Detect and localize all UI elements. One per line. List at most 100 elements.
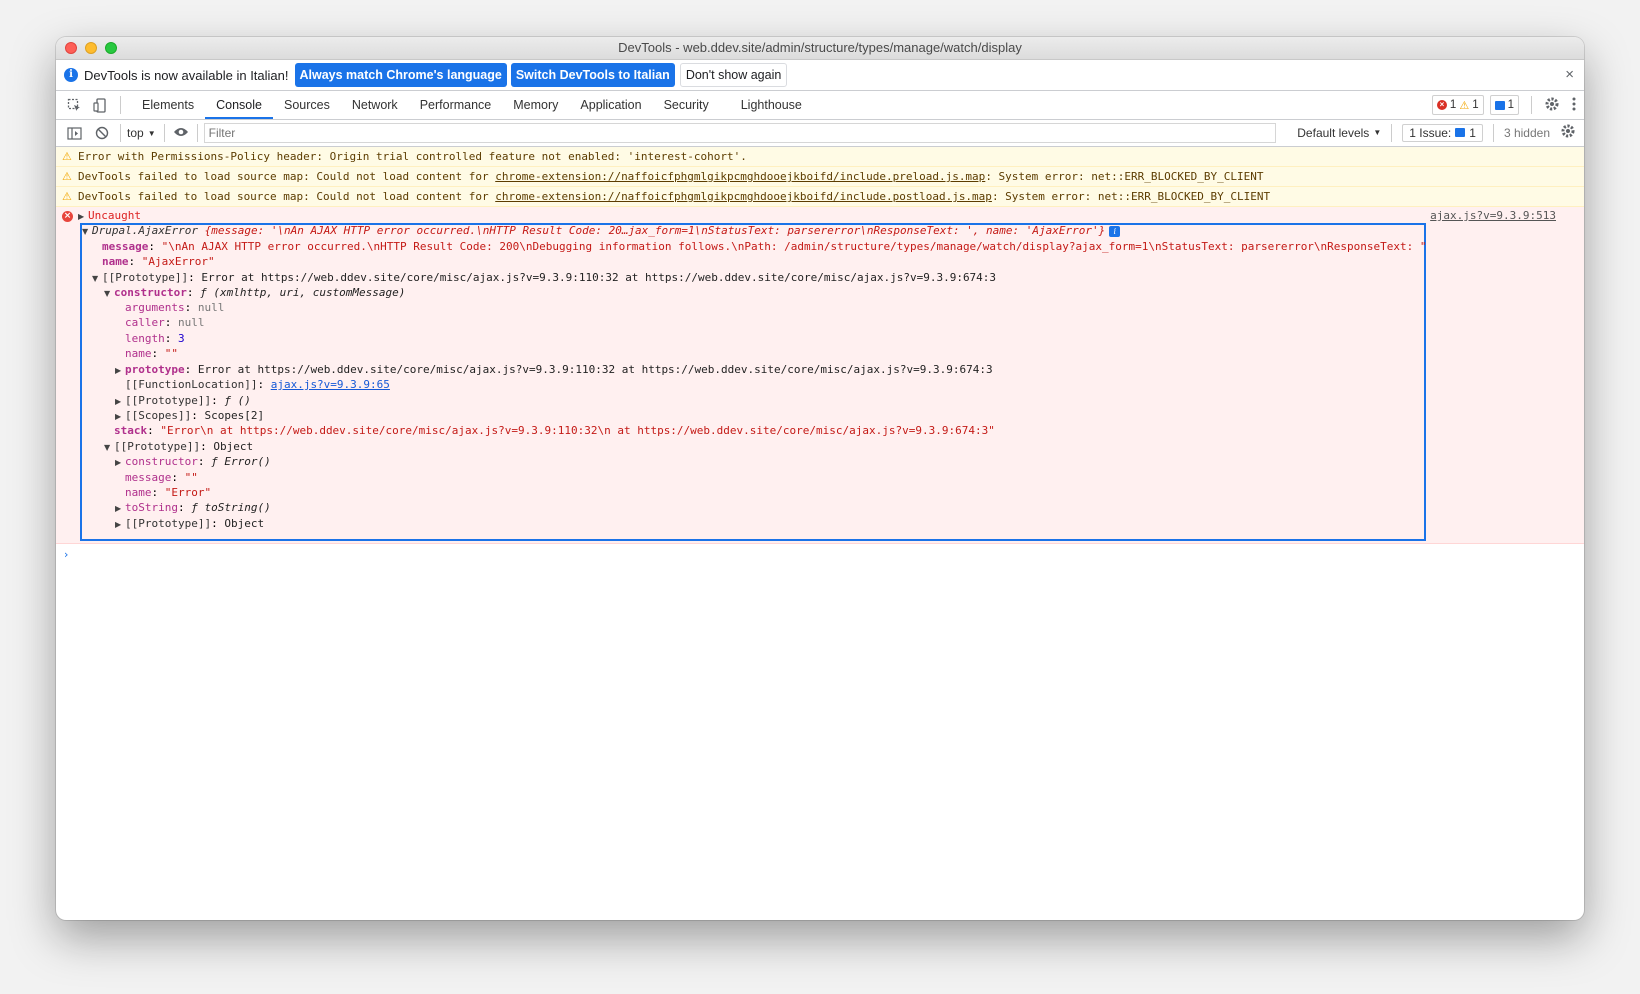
message-icon [1455,128,1466,137]
toolbar-divider [163,124,165,142]
tree-property: message: "\nAn AJAX HTTP error occurred.… [102,240,1427,253]
warning-text: DevTools failed to load source map: Coul… [78,170,496,183]
tab-security[interactable]: Security [653,91,720,119]
sidebar-toggle-icon[interactable] [66,125,82,141]
tree-property: stack: "Error\n at https://web.ddev.site… [114,424,995,437]
tree-property: name: "" [125,347,178,360]
error-icon: × [1436,100,1447,110]
tabbar-right-controls: × 1 ⚠ 1 1 [1431,95,1576,115]
switch-language-button[interactable]: Switch DevTools to Italian [510,63,675,87]
match-language-button[interactable]: Always match Chrome's language [294,63,507,87]
context-selector[interactable]: top ▼ [127,126,156,140]
expand-arrow-icon: ▶ [115,520,122,529]
warning-text: : System error: net::ERR_BLOCKED_BY_CLIE… [991,190,1271,203]
tab-sources[interactable]: Sources [273,91,341,119]
tab-console[interactable]: Console [205,91,273,119]
error-icon: × [62,211,73,222]
message-count: 1 [1507,99,1514,111]
issues-button[interactable]: 1 Issue: 1 [1402,123,1483,142]
chevron-down-icon: ▼ [1373,128,1382,137]
panel-tabbar: Elements Console Sources Network Perform… [56,91,1584,120]
tree-property[interactable]: ▶ toString: ƒ toString() [115,500,271,516]
expand-arrow-icon: ▶ [78,212,85,221]
context-value: top [127,126,144,140]
dont-show-again-button[interactable]: Don't show again [679,63,788,87]
tree-property: arguments: null [125,301,225,314]
collapse-arrow-icon: ▼ [92,274,99,283]
tree-property: length: 3 [125,332,185,345]
console-warning: ⚠ DevTools failed to load source map: Co… [56,167,1584,187]
log-levels-dropdown[interactable]: Default levels ▼ [1297,126,1381,140]
issues-count: 1 [1469,125,1476,140]
function-location-link[interactable]: ajax.js?v=9.3.9:65 [271,378,390,391]
close-window-button[interactable] [65,42,77,54]
zoom-window-button[interactable] [105,42,117,54]
info-badge-icon[interactable]: i [1109,226,1121,237]
toolbar-right-controls: Default levels ▼ 1 Issue: 1 3 hidden [1297,123,1576,142]
chevron-down-icon: ▼ [147,128,156,138]
tree-property[interactable]: ▶ [[Prototype]]: ƒ () [115,393,251,409]
tree-property: name: "Error" [125,486,212,499]
toolbar-divider [196,124,198,142]
tab-performance[interactable]: Performance [409,91,503,119]
tab-application[interactable]: Application [569,91,652,119]
warning-icon: ⚠ [62,190,72,203]
tab-network[interactable]: Network [341,91,409,119]
tree-property[interactable]: ▼ [[Prototype]]: Object [104,439,253,455]
messages-counter[interactable]: 1 [1489,95,1519,115]
window-title: DevTools - web.ddev.site/admin/structure… [618,40,1022,55]
console-settings-icon[interactable] [1560,123,1576,142]
console-warning: ⚠ DevTools failed to load source map: Co… [56,187,1584,207]
clear-console-icon[interactable] [94,125,110,141]
tab-lighthouse[interactable]: Lighthouse [730,91,813,119]
tree-property: name: "AjaxError" [102,255,215,268]
devtools-window: DevTools - web.ddev.site/admin/structure… [56,37,1584,920]
console-error: × ▶ Uncaught ajax.js?v=9.3.9:513 ▼ Drupal.… [56,207,1584,544]
tree-property: caller: null [125,316,205,329]
error-source-link[interactable]: ajax.js?v=9.3.9:513 [1430,209,1556,222]
collapse-arrow-icon: ▼ [104,289,111,298]
source-map-link[interactable]: chrome-extension://naffoicfphgmlgikpcmgh… [495,190,992,203]
tree-property[interactable]: ▼ constructor: ƒ (xmlhttp, uri, customMes… [104,285,405,301]
object-summary[interactable]: ▼ Drupal.AjaxError {message: '\nAn AJAX H… [82,223,1121,239]
kebab-menu-icon[interactable] [1572,97,1576,114]
tree-property[interactable]: ▶ [[Prototype]]: Object [115,516,264,532]
console-prompt-row[interactable]: › [56,544,1584,568]
tab-elements[interactable]: Elements [131,91,205,119]
settings-icon[interactable] [1544,96,1560,115]
warning-text: Error with Permissions-Policy header: Or… [78,150,747,163]
minimize-window-button[interactable] [85,42,97,54]
source-map-link[interactable]: chrome-extension://naffoicfphgmlgikpcmgh… [495,170,985,183]
toolbar-divider [1492,123,1494,142]
inspect-icon[interactable] [66,97,82,113]
warning-icon: ⚠ [1459,99,1470,112]
title-bar: DevTools - web.ddev.site/admin/structure… [56,37,1584,60]
device-toolbar-icon[interactable] [92,97,108,113]
eye-icon[interactable] [173,126,189,141]
message-icon [1494,100,1505,110]
infobar-message: DevTools is now available in Italian! [84,67,289,83]
tree-property[interactable]: ▶ constructor: ƒ Error() [115,454,271,470]
collapse-arrow-icon: ▼ [82,227,89,236]
tab-memory[interactable]: Memory [502,91,569,119]
expand-arrow-icon: ▶ [115,366,122,375]
tree-property[interactable]: ▼ [[Prototype]]: Error at https://web.dde… [92,270,996,286]
prompt-chevron-icon: › [64,548,69,561]
warning-text: : System error: net::ERR_BLOCKED_BY_CLIE… [985,170,1264,183]
filter-input[interactable] [203,123,1276,143]
warning-icon: ⚠ [62,150,72,163]
hidden-count: 3 hidden [1503,125,1550,140]
close-infobar-icon[interactable]: × [1565,66,1574,83]
uncaught-label[interactable]: ▶ Uncaught [78,209,141,222]
error-warning-counter[interactable]: × 1 ⚠ 1 [1431,95,1484,115]
warning-count: 1 [1472,99,1479,111]
expand-arrow-icon: ▶ [115,504,122,513]
info-icon: i [64,68,78,82]
language-infobar: i DevTools is now available in Italian! … [56,60,1584,91]
tree-property[interactable]: ▶ prototype: Error at https://web.ddev.si… [115,362,993,378]
tree-property[interactable]: ▶ [[Scopes]]: Scopes[2] [115,408,264,424]
console-toolbar: top ▼ Default levels ▼ 1 Issue: 1 3 hidd… [56,120,1584,147]
console-messages: ⚠ Error with Permissions-Policy header: … [56,147,1584,568]
issues-label: 1 Issue: [1409,125,1452,140]
warning-text: DevTools failed to load source map: Coul… [78,190,496,203]
